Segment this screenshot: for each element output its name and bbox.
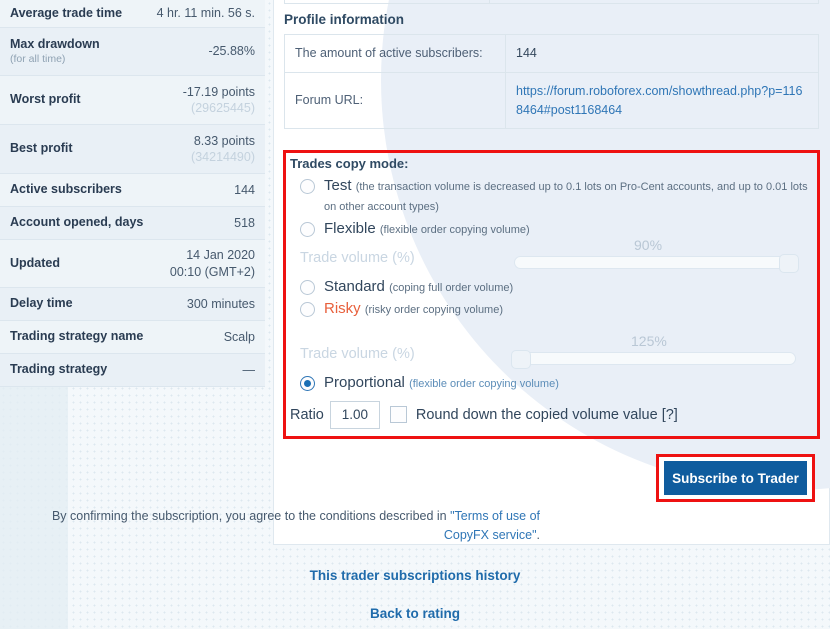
stat-value: 518 (234, 215, 255, 231)
stat-label: Delay time (10, 296, 73, 312)
table-row: Forum URL: https://forum.roboforex.com/s… (285, 72, 819, 129)
terms-prefix: By confirming the subscription, you agre… (52, 509, 450, 523)
stat-label: Worst profit (10, 92, 81, 108)
subscribe-button-highlight: Subscribe to Trader (656, 454, 815, 502)
option-note: (the transaction volume is decreased up … (324, 181, 808, 213)
ratio-label: Ratio (290, 407, 324, 423)
terms-of-use-link[interactable]: "Terms of use of CopyFX service" (444, 509, 540, 542)
page-title: Profile information (274, 4, 829, 34)
forum-url-link[interactable]: https://forum.roboforex.com/showthread.p… (516, 84, 802, 117)
stat-label-main: Max drawdown (10, 37, 100, 51)
stat-value: 8.33 points (34214490) (191, 133, 255, 166)
slider-handle[interactable] (511, 350, 531, 369)
radio-option-proportional[interactable]: Proportional (flexible order copying vol… (286, 372, 817, 394)
stat-label: Active subscribers (10, 182, 122, 198)
stat-value: 144 (234, 182, 255, 198)
stat-label: Trading strategy name (10, 329, 143, 345)
stat-value: — (243, 362, 256, 378)
radio-button-test[interactable] (300, 179, 315, 194)
option-name: Risky (324, 300, 361, 317)
option-note: (coping full order volume) (389, 282, 513, 294)
table-row: Trading strategy name Scalp (0, 321, 265, 354)
stat-value: 4 hr. 11 min. 56 s. (157, 5, 255, 21)
table-row: Best profit 8.33 points (34214490) (0, 125, 265, 174)
back-to-rating-link-wrap: Back to rating (0, 606, 830, 621)
subscriptions-history-link-wrap: This trader subscriptions history (0, 568, 830, 583)
trade-volume-value-1: 90% (634, 237, 662, 253)
terms-suffix: . (537, 528, 540, 542)
stat-label-sub: (for all time) (10, 53, 100, 66)
table-row: Account opened, days 518 (0, 207, 265, 240)
stat-value: -25.88% (208, 43, 255, 59)
stat-value: 14 Jan 2020 00:10 (GMT+2) (170, 247, 255, 280)
table-row: Active subscribers 144 (0, 174, 265, 207)
option-name: Flexible (324, 220, 376, 237)
subscribe-to-trader-button[interactable]: Subscribe to Trader (664, 461, 807, 495)
stat-value-date: 14 Jan 2020 (170, 247, 255, 263)
stat-value-main: -17.19 points (183, 85, 255, 99)
trade-volume-label: Trade volume (%) (300, 346, 415, 362)
table-row: Delay time 300 minutes (0, 288, 265, 321)
profile-value: 144 (506, 35, 819, 73)
option-note: (flexible order copying volume) (380, 224, 530, 236)
stat-value-main: 8.33 points (194, 134, 255, 148)
table-row: Trading strategy — (0, 354, 265, 387)
radio-option-standard[interactable]: Standard (coping full order volume) (286, 276, 817, 298)
stat-value-id: (34214490) (191, 149, 255, 165)
table-row: Max drawdown (for all time) -25.88% (0, 28, 265, 76)
stat-value: 300 minutes (187, 296, 255, 312)
option-name: Test (324, 177, 352, 194)
profile-key: The amount of active subscribers: (285, 35, 506, 73)
stat-label: Max drawdown (for all time) (10, 37, 100, 67)
stat-value-id: (29625445) (183, 100, 255, 116)
option-note: (risky order copying volume) (365, 304, 503, 316)
trade-volume-label: Trade volume (%) (300, 250, 415, 266)
trade-volume-row-1: Trade volume (%) 90% (286, 246, 817, 276)
trade-volume-value-2: 125% (631, 333, 667, 349)
table-row: Average trade time 4 hr. 11 min. 56 s. (0, 0, 265, 28)
trader-stats-table: Average trade time 4 hr. 11 min. 56 s. M… (0, 0, 265, 387)
round-down-label: Round down the copied volume value [?] (416, 407, 678, 423)
slider-handle[interactable] (779, 254, 799, 273)
trade-volume-row-2: Trade volume (%) 125% (286, 342, 817, 372)
option-name: Standard (324, 278, 385, 295)
table-row: Updated 14 Jan 2020 00:10 (GMT+2) (0, 240, 265, 288)
trade-volume-slider-1[interactable] (514, 256, 796, 269)
option-note: (flexible order copying volume) (409, 378, 559, 390)
table-row: Worst profit -17.19 points (29625445) (0, 76, 265, 125)
stat-value-time: 00:10 (GMT+2) (170, 264, 255, 280)
subscriptions-history-link[interactable]: This trader subscriptions history (310, 568, 521, 583)
radio-option-risky[interactable]: Risky (risky order copying volume) (286, 298, 817, 320)
table-row: The amount of active subscribers: 144 (285, 35, 819, 73)
stat-value: Scalp (224, 329, 255, 345)
stat-label: Account opened, days (10, 215, 143, 231)
radio-button-flexible[interactable] (300, 222, 315, 237)
radio-label-risky: Risky (risky order copying volume) (324, 299, 503, 319)
profile-information-table: The amount of active subscribers: 144 Fo… (284, 34, 819, 129)
radio-label-flexible: Flexible (flexible order copying volume) (324, 219, 530, 239)
radio-label-test: Test (the transaction volume is decrease… (324, 176, 817, 217)
stat-label: Best profit (10, 141, 73, 157)
back-to-rating-link[interactable]: Back to rating (370, 606, 460, 621)
stat-value: -17.19 points (29625445) (183, 84, 255, 117)
round-down-checkbox[interactable] (390, 406, 407, 423)
radio-button-risky[interactable] (300, 302, 315, 317)
stat-label: Updated (10, 256, 60, 272)
radio-option-flexible[interactable]: Flexible (flexible order copying volume) (286, 218, 817, 240)
copy-mode-title: Trades copy mode: (286, 153, 817, 175)
trades-copy-mode-highlight: Trades copy mode: Test (the transaction … (283, 150, 820, 439)
radio-label-proportional: Proportional (flexible order copying vol… (324, 373, 559, 393)
option-name: Proportional (324, 374, 405, 391)
radio-label-standard: Standard (coping full order volume) (324, 277, 513, 297)
terms-disclaimer: By confirming the subscription, you agre… (40, 507, 540, 545)
stat-label: Trading strategy (10, 362, 107, 378)
radio-button-standard[interactable] (300, 280, 315, 295)
ratio-row: Ratio Round down the copied volume value… (286, 395, 817, 429)
profile-key: Forum URL: (285, 72, 506, 129)
stat-label: Average trade time (10, 6, 122, 22)
ratio-input[interactable] (330, 401, 380, 429)
trade-volume-slider-2[interactable] (514, 352, 796, 365)
radio-option-test[interactable]: Test (the transaction volume is decrease… (286, 175, 817, 218)
radio-button-proportional[interactable] (300, 376, 315, 391)
